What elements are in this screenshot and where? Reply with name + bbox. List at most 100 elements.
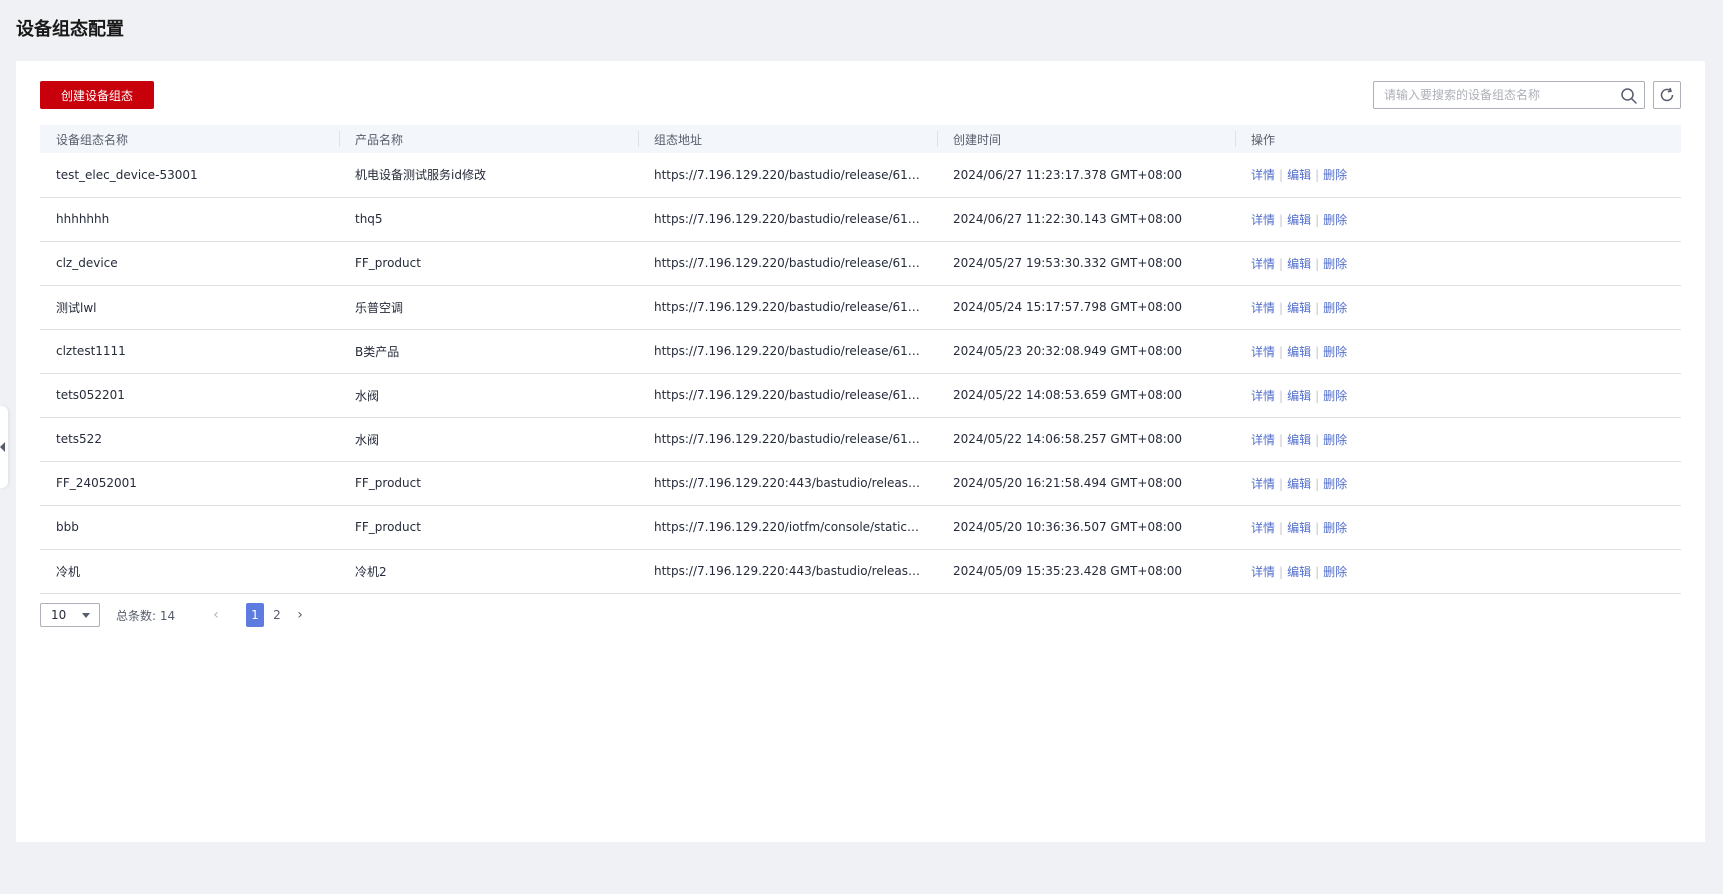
page-2-button[interactable]: 2 xyxy=(268,603,286,627)
delete-link[interactable]: 删除 xyxy=(1323,301,1347,315)
cell-config-name: bbb xyxy=(56,520,79,534)
cell-actions: 详情 | 编辑 | 删除 xyxy=(1235,241,1681,285)
next-page-button[interactable]: › xyxy=(292,607,308,623)
cell-config-name: clztest1111 xyxy=(56,344,126,358)
cell-actions: 详情 | 编辑 | 删除 xyxy=(1235,505,1681,549)
cell-config-name: FF_24052001 xyxy=(56,476,137,490)
cell-product-name: B类产品 xyxy=(355,344,400,359)
edit-link[interactable]: 编辑 xyxy=(1287,168,1311,182)
cell-config-name: 测试lwl xyxy=(56,300,97,315)
cell-product-name: 乐普空调 xyxy=(355,300,404,315)
delete-link[interactable]: 删除 xyxy=(1323,477,1347,491)
delete-link[interactable]: 删除 xyxy=(1323,389,1347,403)
column-header-name: 设备组态名称 xyxy=(56,132,129,147)
detail-link[interactable]: 详情 xyxy=(1251,521,1275,535)
action-separator: | xyxy=(1279,344,1284,359)
cell-actions: 详情 | 编辑 | 删除 xyxy=(1235,197,1681,241)
cell-config-name: tets052201 xyxy=(56,388,125,402)
detail-link[interactable]: 详情 xyxy=(1251,389,1275,403)
detail-link[interactable]: 详情 xyxy=(1251,477,1275,491)
table-row: tets522 水阀 https://7.196.129.220/bastudio/… xyxy=(40,417,1681,461)
cell-created-time: 2024/05/24 15:17:57.798 GMT+08:00 xyxy=(953,300,1183,314)
action-separator: | xyxy=(1315,432,1320,447)
table-row: hhhhhhh thq5 https://7.196.129.220/bastudi… xyxy=(40,197,1681,241)
edit-link[interactable]: 编辑 xyxy=(1287,433,1311,447)
edit-link[interactable]: 编辑 xyxy=(1287,521,1311,535)
table-row: 测试lwl 乐普空调 https://7.196.129.220/bastudio/… xyxy=(40,285,1681,329)
delete-link[interactable]: 删除 xyxy=(1323,257,1347,271)
detail-link[interactable]: 详情 xyxy=(1251,565,1275,579)
cell-product-name: FF_product xyxy=(355,256,421,270)
table-row: 冷机 冷机2 https://7.196.129.220:443/bastudio/… xyxy=(40,549,1681,593)
delete-link[interactable]: 删除 xyxy=(1323,521,1347,535)
action-separator: | xyxy=(1315,520,1320,535)
edit-link[interactable]: 编辑 xyxy=(1287,257,1311,271)
search-icon[interactable] xyxy=(1620,87,1638,105)
cell-actions: 详情 | 编辑 | 删除 xyxy=(1235,417,1681,461)
sidebar-collapse-handle[interactable] xyxy=(0,406,8,488)
cell-config-url: https://7.196.129.220/bastudio/release/6… xyxy=(654,212,937,226)
action-separator: | xyxy=(1279,300,1284,315)
detail-link[interactable]: 详情 xyxy=(1251,433,1275,447)
action-separator: | xyxy=(1279,212,1284,227)
delete-link[interactable]: 删除 xyxy=(1323,213,1347,227)
cell-created-time: 2024/05/22 14:08:53.659 GMT+08:00 xyxy=(953,388,1183,402)
search-box xyxy=(1373,81,1645,109)
table-row: tets052201 水阀 https://7.196.129.220/bastud… xyxy=(40,373,1681,417)
delete-link[interactable]: 删除 xyxy=(1323,565,1347,579)
detail-link[interactable]: 详情 xyxy=(1251,301,1275,315)
action-separator: | xyxy=(1315,168,1320,183)
page-size-select[interactable]: 10 xyxy=(40,603,100,627)
cell-created-time: 2024/06/27 11:23:17.378 GMT+08:00 xyxy=(953,167,1183,182)
edit-link[interactable]: 编辑 xyxy=(1287,213,1311,227)
action-separator: | xyxy=(1315,564,1320,579)
refresh-icon xyxy=(1660,87,1674,102)
action-separator: | xyxy=(1315,388,1320,403)
edit-link[interactable]: 编辑 xyxy=(1287,565,1311,579)
action-separator: | xyxy=(1279,476,1284,491)
cell-actions: 详情 | 编辑 | 删除 xyxy=(1235,461,1681,505)
detail-link[interactable]: 详情 xyxy=(1251,168,1275,182)
cell-created-time: 2024/05/27 19:53:30.332 GMT+08:00 xyxy=(953,256,1183,270)
delete-link[interactable]: 删除 xyxy=(1323,433,1347,447)
cell-config-name: clz_device xyxy=(56,256,118,270)
prev-page-button[interactable]: ‹ xyxy=(208,607,224,623)
cell-config-name: 冷机 xyxy=(56,564,81,579)
cell-created-time: 2024/05/20 10:36:36.507 GMT+08:00 xyxy=(953,520,1183,534)
chevron-down-icon xyxy=(82,613,90,618)
delete-link[interactable]: 删除 xyxy=(1323,345,1347,359)
table-row: test_elec_device-53001 机电设备测试服务id修改 https:… xyxy=(40,153,1681,197)
cell-actions: 详情 | 编辑 | 删除 xyxy=(1235,285,1681,329)
table-row: FF_24052001 FF_product https://7.196.129.2… xyxy=(40,461,1681,505)
create-device-config-button[interactable]: 创建设备组态 xyxy=(40,81,154,109)
cell-actions: 详情 | 编辑 | 删除 xyxy=(1235,549,1681,593)
edit-link[interactable]: 编辑 xyxy=(1287,301,1311,315)
refresh-button[interactable] xyxy=(1653,81,1681,109)
cell-created-time: 2024/05/20 16:21:58.494 GMT+08:00 xyxy=(953,476,1183,490)
action-separator: | xyxy=(1279,564,1284,579)
cell-product-name: 水阀 xyxy=(355,388,380,403)
delete-link[interactable]: 删除 xyxy=(1323,168,1347,182)
search-input[interactable] xyxy=(1374,82,1614,108)
column-header-url: 组态地址 xyxy=(638,125,937,153)
edit-link[interactable]: 编辑 xyxy=(1287,389,1311,403)
action-separator: | xyxy=(1279,168,1284,183)
column-header-created: 创建时间 xyxy=(937,125,1235,153)
detail-link[interactable]: 详情 xyxy=(1251,213,1275,227)
action-separator: | xyxy=(1315,344,1320,359)
cell-config-url: https://7.196.129.220/bastudio/release/6… xyxy=(654,167,937,182)
cell-product-name: 水阀 xyxy=(355,432,380,447)
column-header-product: 产品名称 xyxy=(339,125,638,153)
cell-actions: 详情 | 编辑 | 删除 xyxy=(1235,329,1681,373)
detail-link[interactable]: 详情 xyxy=(1251,257,1275,271)
cell-created-time: 2024/05/09 15:35:23.428 GMT+08:00 xyxy=(953,564,1183,578)
action-separator: | xyxy=(1315,256,1320,271)
page-1-button[interactable]: 1 xyxy=(246,603,264,627)
edit-link[interactable]: 编辑 xyxy=(1287,477,1311,491)
detail-link[interactable]: 详情 xyxy=(1251,345,1275,359)
cell-actions: 详情 | 编辑 | 删除 xyxy=(1235,153,1681,197)
action-separator: | xyxy=(1279,520,1284,535)
table-row: bbb FF_product https://7.196.129.220/iotfm… xyxy=(40,505,1681,549)
cell-config-url: https://7.196.129.220/bastudio/release/6… xyxy=(654,344,937,358)
edit-link[interactable]: 编辑 xyxy=(1287,345,1311,359)
